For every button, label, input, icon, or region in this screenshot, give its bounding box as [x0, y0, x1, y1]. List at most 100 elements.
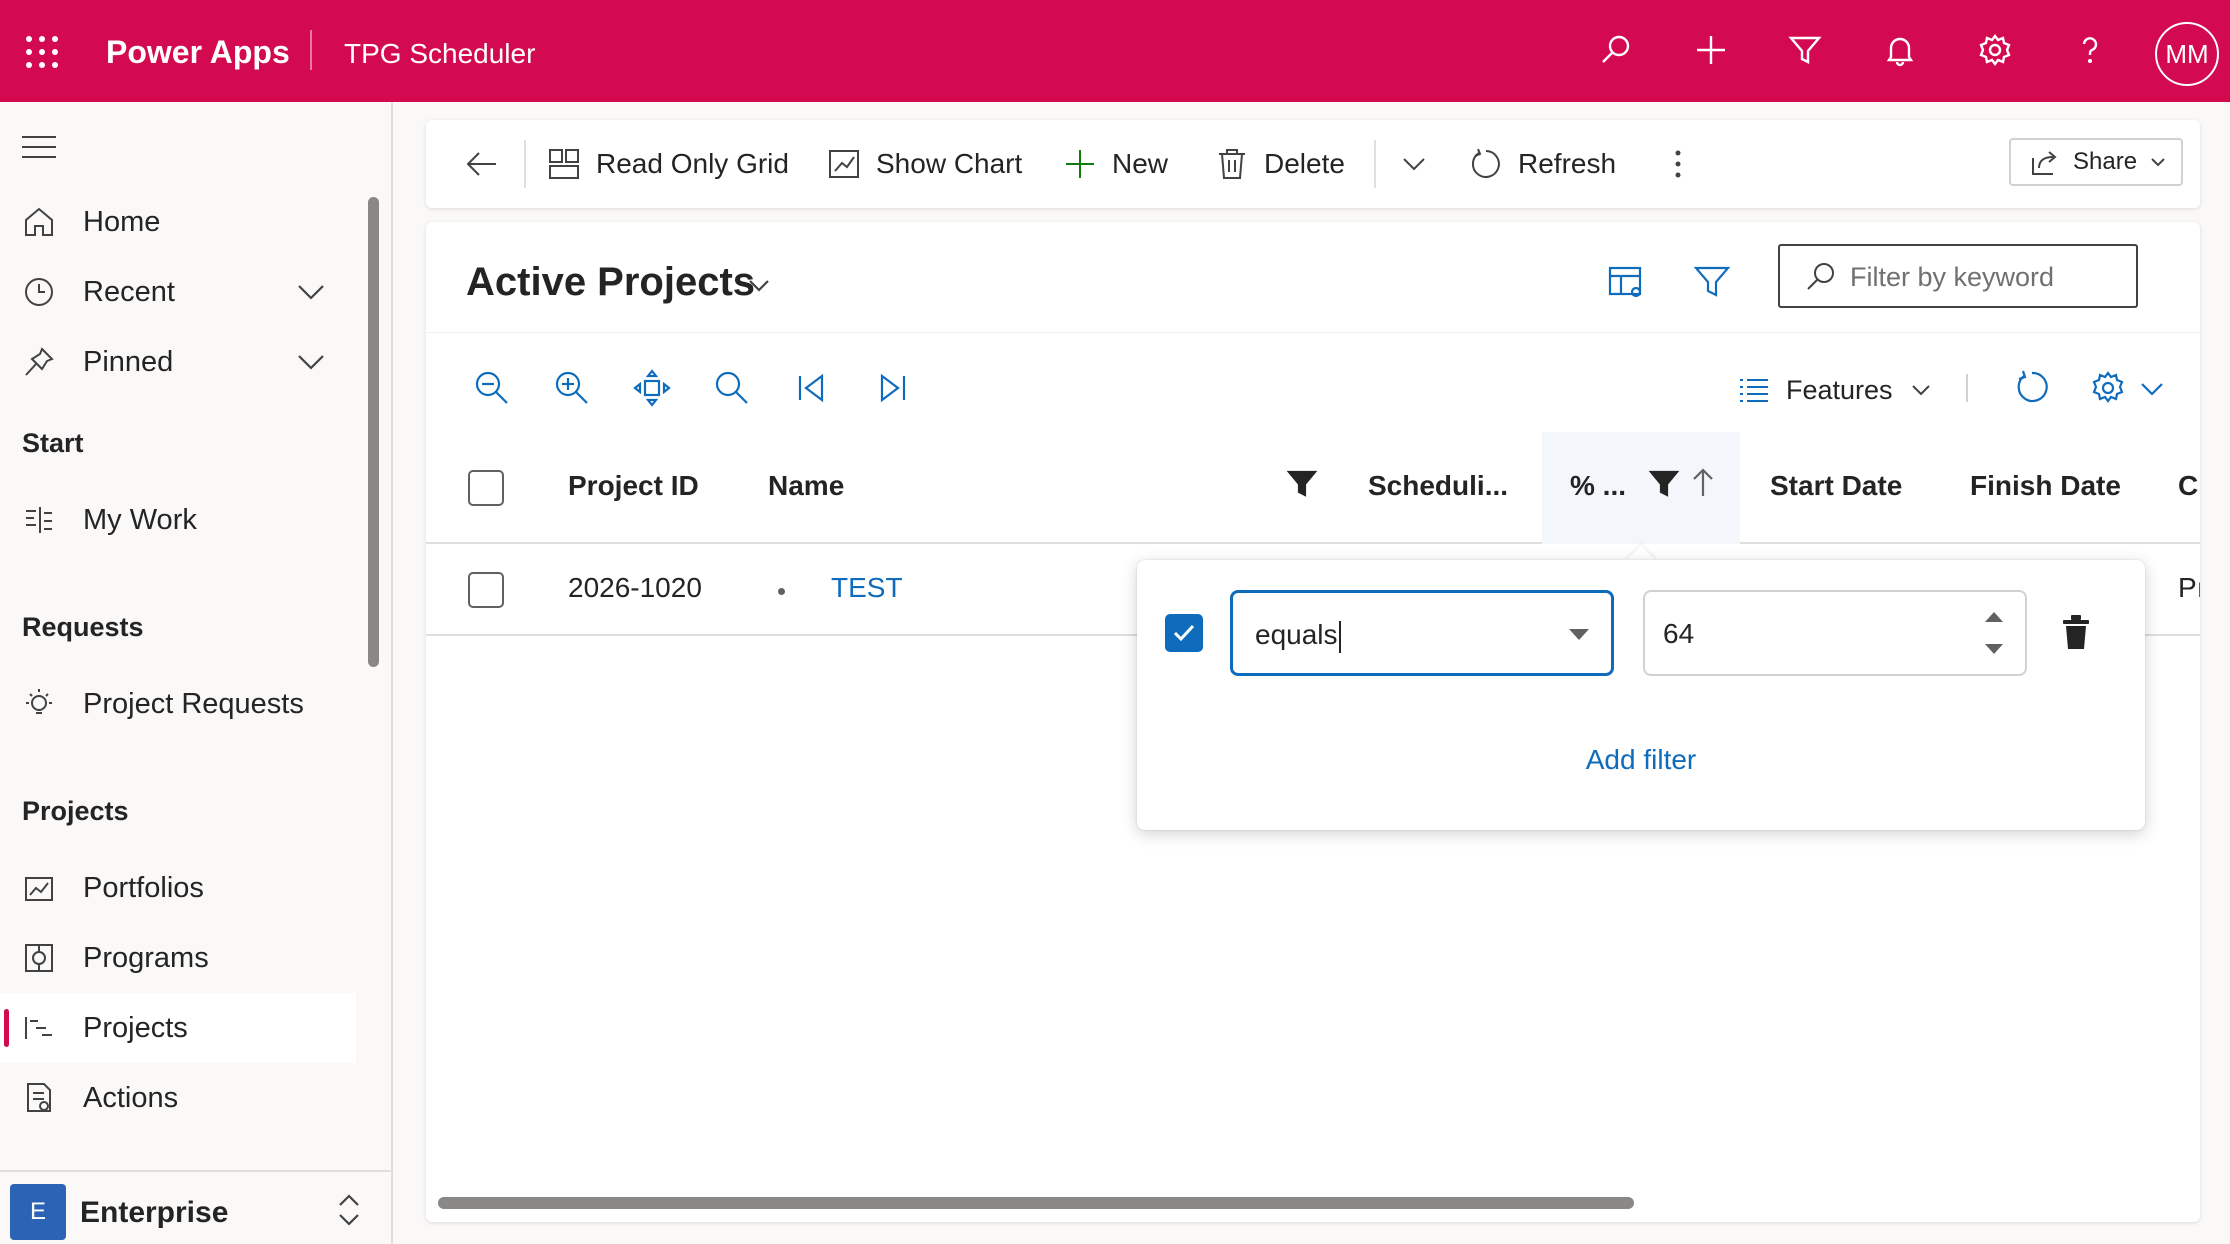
- help-icon[interactable]: [2070, 30, 2110, 70]
- sidebar-item-home[interactable]: Home: [0, 187, 356, 257]
- sort-ascending-icon[interactable]: [1688, 466, 1718, 500]
- sidebar-item-programs[interactable]: Programs: [0, 923, 356, 993]
- filter-enabled-checkbox[interactable]: [1165, 614, 1203, 652]
- view-selector-chevron-icon[interactable]: [746, 272, 772, 298]
- app-title[interactable]: TPG Scheduler: [344, 38, 535, 70]
- keyword-filter-box[interactable]: [1778, 244, 2138, 308]
- toolbar-separator: [1966, 374, 1968, 402]
- select-all-checkbox[interactable]: [468, 470, 504, 506]
- grid-icon: [546, 146, 582, 182]
- gear-icon[interactable]: [1975, 30, 2015, 70]
- column-header-finish-date[interactable]: Finish Date: [1970, 470, 2121, 502]
- more-commands-dropdown[interactable]: [1396, 138, 1446, 190]
- sidebar-item-label: My Work: [83, 503, 197, 536]
- list-icon: [1736, 372, 1772, 408]
- delete-filter-icon[interactable]: [2059, 612, 2093, 652]
- zoom-in-icon[interactable]: [552, 368, 592, 408]
- search-icon[interactable]: [1596, 30, 1636, 70]
- refresh-label: Refresh: [1518, 148, 1617, 179]
- sidebar-item-recent[interactable]: Recent: [0, 257, 356, 327]
- column-header-name[interactable]: Name: [768, 470, 844, 502]
- search-input[interactable]: [1850, 258, 2120, 296]
- row-checkbox[interactable]: [468, 572, 504, 608]
- hierarchy-bullet-icon: [778, 588, 785, 595]
- app-launcher-icon[interactable]: [26, 36, 58, 68]
- column-header-project-id[interactable]: Project ID: [568, 470, 699, 502]
- sidebar-item-my-work[interactable]: My Work: [0, 485, 356, 555]
- settings-gear-icon[interactable]: [2088, 368, 2128, 408]
- column-filter-icon[interactable]: [1286, 468, 1318, 500]
- share-icon: [2029, 146, 2061, 178]
- back-arrow-icon: [464, 146, 500, 182]
- active-filter-icon[interactable]: [1648, 468, 1680, 500]
- dropdown-caret-icon: [1569, 629, 1589, 640]
- sidebar-item-pinned[interactable]: Pinned: [0, 327, 356, 397]
- section-title-requests: Requests: [22, 612, 144, 642]
- column-header-percent[interactable]: % ...: [1570, 470, 1626, 502]
- zoom-out-icon[interactable]: [472, 368, 512, 408]
- area-name: Enterprise: [80, 1196, 229, 1229]
- read-only-grid-button[interactable]: Read Only Grid: [546, 138, 789, 190]
- sidebar-item-project-requests[interactable]: Project Requests: [0, 669, 356, 739]
- actions-icon: [22, 1081, 56, 1115]
- sidebar-item-label: Projects: [83, 1011, 188, 1044]
- area-switcher[interactable]: E Enterprise: [0, 1170, 393, 1244]
- refresh-button[interactable]: Refresh: [1468, 138, 1616, 190]
- share-button[interactable]: Share: [2009, 138, 2183, 186]
- column-header-truncated[interactable]: C: [2178, 470, 2198, 502]
- filter-icon[interactable]: [1785, 30, 1825, 70]
- sidebar-item-portfolios[interactable]: Portfolios: [0, 853, 356, 923]
- add-icon[interactable]: [1691, 30, 1731, 70]
- sidebar-item-label: Home: [83, 205, 161, 238]
- text-caret: [1338, 620, 1341, 653]
- go-to-end-icon[interactable]: [872, 368, 912, 408]
- chevron-down-icon: [1396, 146, 1432, 182]
- search-icon: [1804, 260, 1838, 294]
- fit-to-screen-icon[interactable]: [632, 368, 672, 408]
- filter-operator-select[interactable]: equals: [1230, 590, 1614, 676]
- avatar[interactable]: MM: [2155, 22, 2219, 86]
- features-dropdown[interactable]: Features: [1736, 370, 1933, 410]
- spin-up-icon[interactable]: [1985, 612, 2003, 622]
- spin-down-icon[interactable]: [1985, 644, 2003, 654]
- back-button[interactable]: [464, 138, 514, 190]
- add-filter-link[interactable]: Add filter: [1137, 744, 2145, 776]
- chevron-down-icon: [2149, 153, 2167, 171]
- command-separator: [524, 140, 526, 188]
- edit-columns-icon[interactable]: [1606, 262, 1646, 302]
- filter-value-stepper[interactable]: 64: [1643, 590, 2027, 676]
- settings-chevron-icon[interactable]: [2138, 368, 2166, 408]
- reload-icon[interactable]: [2012, 368, 2052, 408]
- sidebar-item-projects[interactable]: Projects: [0, 993, 356, 1063]
- project-icon: [22, 1011, 56, 1045]
- sidebar-item-actions[interactable]: Actions: [0, 1063, 356, 1133]
- horizontal-scrollbar[interactable]: [438, 1197, 1634, 1209]
- home-icon: [22, 205, 56, 239]
- show-chart-button[interactable]: Show Chart: [826, 138, 1022, 190]
- search-timeline-icon[interactable]: [712, 368, 752, 408]
- read-only-grid-label: Read Only Grid: [596, 148, 789, 179]
- delete-button[interactable]: Delete: [1214, 138, 1345, 190]
- cell-name-link[interactable]: TEST: [831, 572, 903, 604]
- new-label: New: [1112, 148, 1169, 179]
- bell-icon[interactable]: [1880, 30, 1920, 70]
- view-title[interactable]: Active Projects: [466, 260, 755, 305]
- more-options-button[interactable]: [1660, 138, 1710, 190]
- grid-header: Project ID Name Scheduli... % ... Start …: [426, 432, 2200, 544]
- chevron-up-down-icon: [332, 1190, 366, 1230]
- column-header-start-date[interactable]: Start Date: [1770, 470, 1902, 502]
- app-name[interactable]: Power Apps: [106, 34, 290, 71]
- top-header: Power Apps TPG Scheduler MM: [0, 0, 2230, 102]
- chevron-down-icon[interactable]: [294, 345, 328, 379]
- sidebar-scrollbar[interactable]: [368, 197, 379, 667]
- filter-value: 64: [1663, 618, 1695, 649]
- go-to-start-icon[interactable]: [792, 368, 832, 408]
- portfolio-icon: [22, 871, 56, 905]
- lightbulb-icon: [22, 687, 56, 721]
- hamburger-icon[interactable]: [22, 136, 56, 158]
- filter-icon[interactable]: [1692, 262, 1732, 302]
- chevron-down-icon[interactable]: [294, 275, 328, 309]
- new-button[interactable]: New: [1062, 138, 1168, 190]
- column-header-scheduling[interactable]: Scheduli...: [1368, 470, 1508, 502]
- sidebar-item-label: Pinned: [83, 345, 174, 378]
